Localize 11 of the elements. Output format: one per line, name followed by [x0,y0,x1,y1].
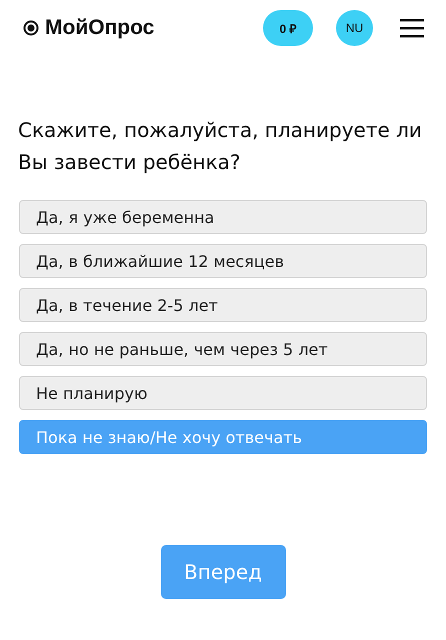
answer-option[interactable]: Да, но не раньше, чем через 5 лет [19,332,427,366]
avatar-button[interactable]: NU [336,10,373,46]
answer-option[interactable]: Да, в ближайшие 12 месяцев [19,244,427,278]
menu-icon[interactable] [400,18,424,38]
logo-text: МойОпрос [45,16,154,40]
answer-option[interactable]: Да, в течение 2-5 лет [19,288,427,322]
question-text: Скажите, пожалуйста, планируете ли Вы завести ребёнка? [18,117,423,176]
answer-option[interactable]: Не планирую [19,376,427,410]
answer-option[interactable]: Да, я уже беременна [19,200,427,234]
balance-button[interactable]: 0 ₽ [263,10,313,46]
logo-icon [23,20,39,36]
